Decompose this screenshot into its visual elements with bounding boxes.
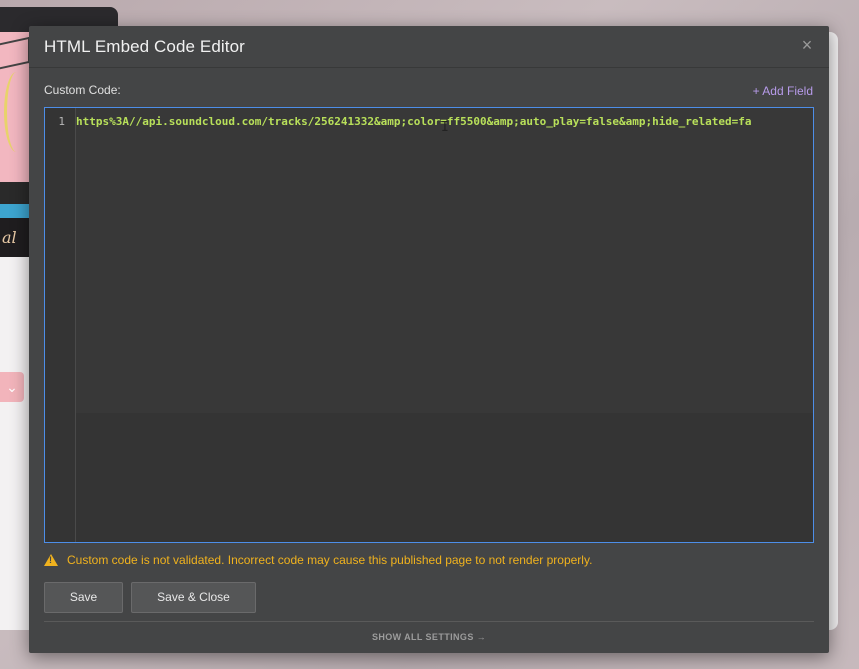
code-line-text: https%3A//api.soundcloud.com/tracks/2562… <box>76 115 752 128</box>
save-close-button[interactable]: Save & Close <box>131 582 256 613</box>
editor-gutter: 1 <box>45 108 76 542</box>
validation-warning: Custom code is not validated. Incorrect … <box>44 553 592 567</box>
custom-code-label: Custom Code: <box>44 83 121 97</box>
background-artwork: al <box>0 32 30 257</box>
code-editor[interactable]: 1 https%3A//api.soundcloud.com/tracks/25… <box>44 107 814 543</box>
warning-icon <box>44 554 58 566</box>
artwork-stripe-blue <box>0 204 30 218</box>
modal-header: HTML Embed Code Editor × <box>29 26 829 68</box>
footer-divider <box>44 621 814 622</box>
artwork-script-text: al <box>2 228 17 247</box>
chevron-down-icon: ⌄ <box>6 379 18 395</box>
embed-code-modal: HTML Embed Code Editor × Custom Code: + … <box>29 26 829 653</box>
artwork-ink-shape <box>0 36 30 70</box>
line-number: 1 <box>58 115 65 128</box>
save-button[interactable]: Save <box>44 582 123 613</box>
artwork-stripe-dark <box>0 182 30 204</box>
background-chevron-button: ⌄ <box>0 372 24 402</box>
artwork-leaf <box>4 72 29 152</box>
editor-active-region <box>76 108 813 413</box>
add-field-link[interactable]: + Add Field <box>753 84 813 98</box>
warning-text: Custom code is not validated. Incorrect … <box>67 553 593 567</box>
show-all-settings-link[interactable]: SHOW ALL SETTINGS → <box>29 632 829 642</box>
close-icon[interactable]: × <box>799 36 815 54</box>
text-cursor-icon: I <box>441 120 449 135</box>
modal-title: HTML Embed Code Editor <box>44 37 245 56</box>
